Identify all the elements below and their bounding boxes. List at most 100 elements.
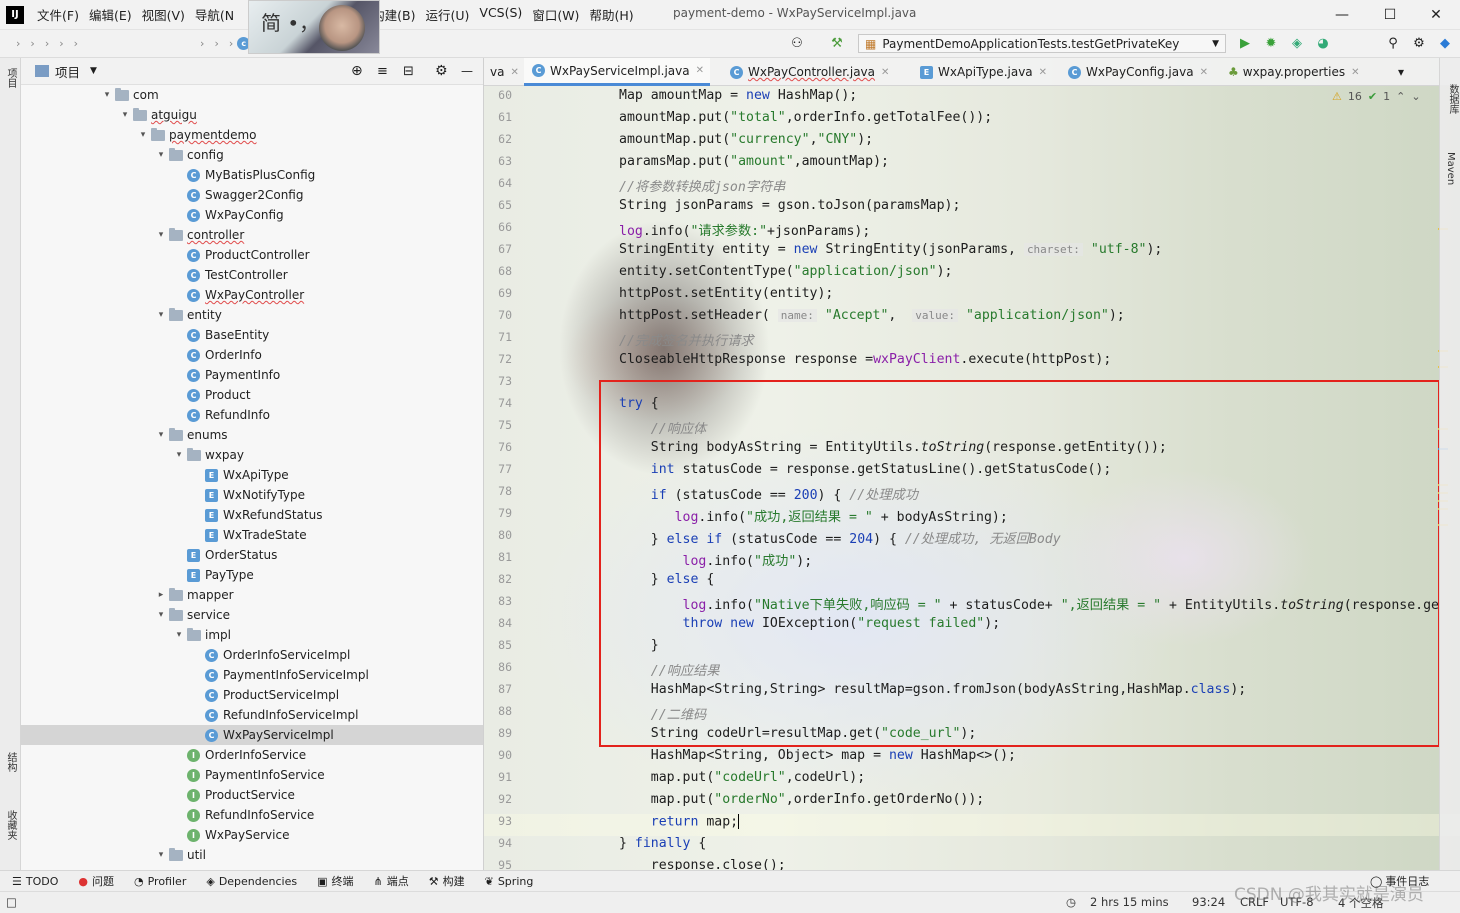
- menu-item-3[interactable]: 导航(N: [190, 5, 239, 24]
- project-panel-title[interactable]: 项目: [55, 62, 80, 81]
- chevron-icon[interactable]: ▾: [173, 630, 185, 640]
- code-line[interactable]: HashMap<String, Object> map = new HashMa…: [619, 748, 1016, 763]
- tree-item-orderinfoservice[interactable]: I OrderInfoService: [173, 745, 306, 765]
- user-icon[interactable]: ⚇: [788, 34, 806, 52]
- chevron-icon[interactable]: ▾: [137, 130, 149, 140]
- code-line[interactable]: map.put("orderNo",orderInfo.getOrderNo()…: [619, 792, 985, 807]
- coverage-icon[interactable]: ◈: [1288, 34, 1306, 52]
- menu-item-1[interactable]: 编辑(E): [84, 5, 137, 24]
- code-line[interactable]: log.info("请求参数:"+jsonParams);: [619, 220, 870, 239]
- code-line[interactable]: amountMap.put("currency","CNY");: [619, 132, 873, 147]
- favorites-tool-tab[interactable]: 收藏夹: [3, 810, 18, 840]
- chevron-down-icon[interactable]: ⌄: [1411, 90, 1420, 103]
- code-line[interactable]: map.put("codeUrl",codeUrl);: [619, 770, 865, 785]
- tree-item-productserviceimpl[interactable]: C ProductServiceImpl: [191, 685, 339, 705]
- menu-item-0[interactable]: 文件(F): [32, 5, 84, 24]
- menu-item-8[interactable]: 帮助(H): [584, 5, 638, 24]
- bottom-tool-6[interactable]: ⚒ 构建: [429, 873, 473, 889]
- tree-item-baseentity[interactable]: C BaseEntity: [173, 325, 269, 345]
- gear-icon[interactable]: ⚙: [1410, 34, 1428, 52]
- tree-item-wxpayservice[interactable]: I WxPayService: [173, 825, 289, 845]
- tree-item-enums[interactable]: ▾ enums: [155, 425, 228, 445]
- tree-item-paymentdemo[interactable]: ▾ paymentdemo: [137, 125, 257, 145]
- tree-item-wxtradestate[interactable]: E WxTradeState: [191, 525, 307, 545]
- tree-item-wxpay[interactable]: ▾ wxpay: [173, 445, 244, 465]
- close-icon[interactable]: ✕: [1200, 67, 1208, 78]
- chevron-icon[interactable]: ▾: [155, 850, 167, 860]
- tree-item-wxpaycontroller[interactable]: C WxPayController: [173, 285, 304, 305]
- code-line[interactable]: httpPost.setEntity(entity);: [619, 286, 833, 301]
- tab-wxpayserviceimpl-java[interactable]: C WxPayServiceImpl.java ✕: [524, 58, 710, 86]
- jetbrains-toolbox-icon[interactable]: ◆: [1436, 34, 1454, 52]
- menu-item-6[interactable]: VCS(S): [474, 5, 527, 24]
- tree-item-controller[interactable]: ▾ controller: [155, 225, 244, 245]
- database-tool-tab[interactable]: 数据库: [1445, 84, 1460, 114]
- bottom-tool-5[interactable]: ⋔ 端点: [374, 873, 417, 889]
- maven-tool-tab[interactable]: Maven: [1445, 152, 1456, 185]
- tree-item-paymentinfoservice[interactable]: I PaymentInfoService: [173, 765, 325, 785]
- tree-item-refundinfoserviceimpl[interactable]: C RefundInfoServiceImpl: [191, 705, 358, 725]
- toggle-tool-windows-icon[interactable]: □: [6, 895, 17, 909]
- tab-wxpayconfig-java[interactable]: C WxPayConfig.java ✕: [1060, 58, 1214, 86]
- tree-item-com[interactable]: ▾ com: [101, 85, 159, 105]
- tree-item-config[interactable]: ▾ config: [155, 145, 224, 165]
- chevron-icon[interactable]: ▾: [173, 450, 185, 460]
- code-line[interactable]: //将参数转换成json字符串: [619, 176, 785, 195]
- code-line[interactable]: CloseableHttpResponse response =wxPayCli…: [619, 352, 1111, 367]
- code-line[interactable]: httpPost.setHeader( name: "Accept", valu…: [619, 308, 1125, 323]
- tree-item-entity[interactable]: ▾ entity: [155, 305, 222, 325]
- chevron-up-icon[interactable]: ⌃: [1396, 90, 1405, 103]
- tree-item-productservice[interactable]: I ProductService: [173, 785, 295, 805]
- tree-item-impl[interactable]: ▾ impl: [173, 625, 231, 645]
- code-line[interactable]: String jsonParams = gson.toJson(paramsMa…: [619, 198, 960, 213]
- expand-all-icon[interactable]: ≡: [377, 64, 388, 79]
- code-line[interactable]: Map amountMap = new HashMap();: [619, 88, 857, 103]
- tab-overflow-icon[interactable]: ▾: [1392, 58, 1410, 86]
- tree-item-wxrefundstatus[interactable]: E WxRefundStatus: [191, 505, 322, 525]
- tree-item-mapper[interactable]: ▸ mapper: [155, 585, 234, 605]
- tree-item-orderinfo[interactable]: C OrderInfo: [173, 345, 262, 365]
- tree-item-service[interactable]: ▾ service: [155, 605, 230, 625]
- tree-item-orderinfoserviceimpl[interactable]: C OrderInfoServiceImpl: [191, 645, 350, 665]
- menu-item-2[interactable]: 视图(V): [137, 5, 190, 24]
- minimize-button[interactable]: —: [1332, 5, 1352, 25]
- project-tool-tab[interactable]: 项目: [3, 68, 18, 88]
- code-line[interactable]: return map;: [619, 814, 740, 830]
- close-icon[interactable]: ✕: [1351, 67, 1359, 78]
- close-icon[interactable]: ✕: [696, 65, 704, 76]
- tree-item-refundinfoservice[interactable]: I RefundInfoService: [173, 805, 314, 825]
- tree-item-util[interactable]: ▾ util: [155, 845, 206, 865]
- chevron-icon[interactable]: ▸: [155, 590, 167, 600]
- tree-item-orderstatus[interactable]: E OrderStatus: [173, 545, 277, 565]
- code-line[interactable]: StringEntity entity = new StringEntity(j…: [619, 242, 1162, 257]
- profile-icon[interactable]: ◕: [1314, 34, 1332, 52]
- debug-icon[interactable]: ✹: [1262, 34, 1280, 52]
- close-window-button[interactable]: ✕: [1426, 5, 1446, 25]
- tab-wxapitype-java[interactable]: E WxApiType.java ✕: [912, 58, 1053, 86]
- tree-item-wxpayserviceimpl[interactable]: C WxPayServiceImpl: [21, 725, 483, 745]
- close-icon[interactable]: ✕: [510, 67, 518, 78]
- chevron-down-icon[interactable]: ▼: [90, 66, 97, 76]
- search-icon[interactable]: ⚲: [1384, 34, 1402, 52]
- inspection-widget[interactable]: ⚠ 16 ✔ 1 ⌃ ⌄: [1332, 90, 1421, 103]
- chevron-icon[interactable]: ▾: [101, 90, 113, 100]
- chevron-icon[interactable]: ▾: [155, 430, 167, 440]
- close-icon[interactable]: ✕: [881, 67, 889, 78]
- bottom-tool-0[interactable]: ☰ TODO: [12, 873, 66, 889]
- run-icon[interactable]: ▶: [1236, 34, 1254, 52]
- tree-item-paytype[interactable]: E PayType: [173, 565, 254, 585]
- tab-va[interactable]: va ✕: [484, 58, 525, 86]
- tree-item-testcontroller[interactable]: C TestController: [173, 265, 288, 285]
- caret-position[interactable]: 93:24: [1192, 895, 1225, 909]
- tree-item-paymentinfo[interactable]: C PaymentInfo: [173, 365, 280, 385]
- menu-item-7[interactable]: 窗口(W): [527, 5, 584, 24]
- code-line[interactable]: amountMap.put("total",orderInfo.getTotal…: [619, 110, 992, 125]
- tree-item-paymentinfoserviceimpl[interactable]: C PaymentInfoServiceImpl: [191, 665, 369, 685]
- close-icon[interactable]: ✕: [1039, 67, 1047, 78]
- tree-item-wxnotifytype[interactable]: E WxNotifyType: [191, 485, 305, 505]
- chevron-icon[interactable]: ▾: [155, 230, 167, 240]
- hide-panel-icon[interactable]: —: [461, 64, 473, 78]
- code-line[interactable]: entity.setContentType("application/json"…: [619, 264, 952, 279]
- tree-item-wxpayconfig[interactable]: C WxPayConfig: [173, 205, 284, 225]
- bottom-tool-2[interactable]: ◔ Profiler: [134, 873, 194, 889]
